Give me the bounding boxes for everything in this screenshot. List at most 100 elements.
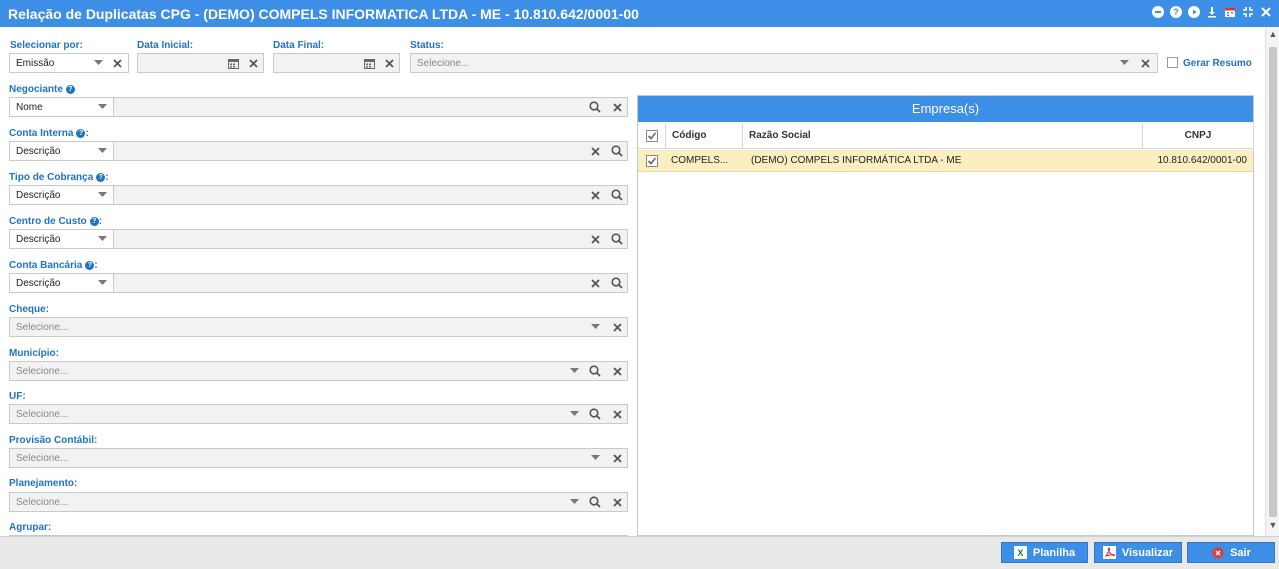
chevron-down-icon[interactable] [94, 231, 110, 247]
tipo-cobranca-type-select[interactable]: Descrição [9, 185, 114, 205]
planilha-button[interactable]: X Planilha [1001, 542, 1088, 563]
provisao-label: Provisão Contábil: [9, 435, 98, 446]
status-select[interactable]: Selecione... [410, 53, 1158, 73]
chevron-down-icon[interactable] [587, 319, 603, 335]
conta-interna-input[interactable] [113, 141, 628, 161]
select-all-cell[interactable] [638, 123, 666, 149]
chevron-down-icon[interactable] [94, 187, 110, 203]
chevron-down-icon[interactable] [587, 450, 603, 466]
clear-icon[interactable] [587, 231, 603, 247]
chevron-down-icon[interactable] [566, 363, 582, 379]
tipo-cobranca-input[interactable] [113, 185, 628, 205]
chevron-down-icon[interactable] [566, 406, 582, 422]
conta-bancaria-label: Conta Bancária?: [9, 260, 98, 271]
collapse-icon[interactable] [1241, 5, 1255, 19]
gerar-resumo-label[interactable]: Gerar Resumo [1183, 58, 1252, 69]
scroll-up-icon[interactable]: ▲ [1266, 29, 1279, 43]
search-icon[interactable] [609, 275, 625, 291]
row-checkbox[interactable] [646, 155, 658, 167]
selecionar-por-label: Selecionar por: [10, 40, 83, 51]
chevron-down-icon[interactable] [94, 275, 110, 291]
search-icon[interactable] [609, 187, 625, 203]
search-icon[interactable] [609, 231, 625, 247]
scroll-down-icon[interactable]: ▼ [1266, 520, 1279, 534]
chevron-down-icon[interactable] [1116, 55, 1132, 71]
title-bar: Relação de Duplicatas CPG - (DEMO) COMPE… [0, 0, 1279, 27]
column-cnpj[interactable]: CNPJ [1143, 123, 1254, 149]
search-icon[interactable] [587, 363, 603, 379]
cheque-select[interactable]: Selecione... [9, 317, 628, 337]
clear-icon[interactable] [609, 363, 625, 379]
conta-bancaria-input[interactable] [113, 273, 628, 293]
search-icon[interactable] [587, 494, 603, 510]
minimize-circle-icon[interactable] [1151, 5, 1165, 19]
table-row[interactable]: COMPELS... (DEMO) COMPELS INFORMÁTICA LT… [638, 150, 1253, 172]
conta-interna-label: Conta Interna?: [9, 128, 89, 139]
clear-icon[interactable] [609, 99, 625, 115]
exit-icon [1211, 546, 1224, 559]
clear-icon[interactable] [587, 187, 603, 203]
planejamento-select[interactable]: Selecione... [9, 492, 628, 512]
data-inicial-field[interactable] [137, 53, 264, 73]
clear-icon[interactable] [587, 275, 603, 291]
municipio-select[interactable]: Selecione... [9, 361, 628, 381]
municipio-placeholder: Selecione... [16, 366, 69, 377]
gerar-resumo-checkbox[interactable] [1167, 57, 1178, 68]
chevron-down-icon[interactable] [566, 494, 582, 510]
sair-button[interactable]: Sair [1187, 542, 1275, 563]
clear-icon[interactable] [609, 494, 625, 510]
negociante-input[interactable] [113, 97, 628, 117]
conta-interna-type-select[interactable]: Descrição [9, 141, 114, 161]
play-icon[interactable] [1187, 5, 1201, 19]
selecionar-por-value: Emissão [16, 58, 55, 69]
negociante-type-select[interactable]: Nome [9, 97, 114, 117]
search-icon[interactable] [587, 406, 603, 422]
conta-bancaria-type-select[interactable]: Descrição [9, 273, 114, 293]
uf-placeholder: Selecione... [16, 409, 69, 420]
window-title: Relação de Duplicatas CPG - (DEMO) COMPE… [8, 6, 639, 22]
download-icon[interactable] [1205, 5, 1219, 19]
vertical-scrollbar[interactable]: ▲ ▼ [1265, 27, 1279, 536]
column-codigo[interactable]: Código [666, 123, 743, 149]
centro-custo-label-text: Centro de Custo [9, 216, 87, 227]
planejamento-placeholder: Selecione... [16, 497, 69, 508]
clear-icon[interactable] [609, 450, 625, 466]
calendar-icon[interactable] [1223, 5, 1237, 19]
clear-icon[interactable] [609, 319, 625, 335]
help-icon[interactable]: ? [96, 173, 106, 182]
uf-select[interactable]: Selecione... [9, 404, 628, 424]
status-placeholder: Selecione... [417, 58, 470, 69]
clear-icon[interactable] [109, 55, 125, 71]
search-icon[interactable] [587, 99, 603, 115]
column-razao-social[interactable]: Razão Social [743, 123, 1143, 149]
visualizar-button[interactable]: Visualizar [1094, 542, 1182, 563]
chevron-down-icon[interactable] [90, 55, 106, 71]
selecionar-por-select[interactable]: Emissão [9, 53, 129, 73]
select-all-checkbox[interactable] [646, 130, 658, 142]
help-icon[interactable]: ? [85, 261, 95, 270]
tipo-cobranca-label: Tipo de Cobrança?: [9, 172, 109, 183]
clear-icon[interactable] [245, 55, 261, 71]
centro-custo-type-select[interactable]: Descrição [9, 229, 114, 249]
data-final-field[interactable] [273, 53, 400, 73]
conta-bancaria-label-text: Conta Bancária [9, 260, 83, 271]
clear-icon[interactable] [609, 406, 625, 422]
provisao-placeholder: Selecione... [16, 453, 69, 464]
clear-icon[interactable] [1137, 55, 1153, 71]
clear-icon[interactable] [587, 143, 603, 159]
close-icon[interactable] [1259, 5, 1273, 19]
centro-custo-input[interactable] [113, 229, 628, 249]
help-icon[interactable]: ? [89, 217, 99, 226]
calendar-icon[interactable] [225, 55, 241, 71]
chevron-down-icon[interactable] [94, 143, 110, 159]
calendar-icon[interactable] [361, 55, 377, 71]
negociante-label: Negociante? [9, 84, 75, 95]
clear-icon[interactable] [381, 55, 397, 71]
help-icon[interactable]: ? [1169, 5, 1183, 19]
search-icon[interactable] [609, 143, 625, 159]
help-icon[interactable]: ? [65, 85, 75, 94]
provisao-select[interactable]: Selecione... [9, 448, 628, 468]
chevron-down-icon[interactable] [94, 99, 110, 115]
scrollbar-thumb[interactable] [1269, 47, 1277, 517]
empresas-panel: Empresa(s) Código Razão Social CNPJ COMP… [637, 95, 1254, 536]
